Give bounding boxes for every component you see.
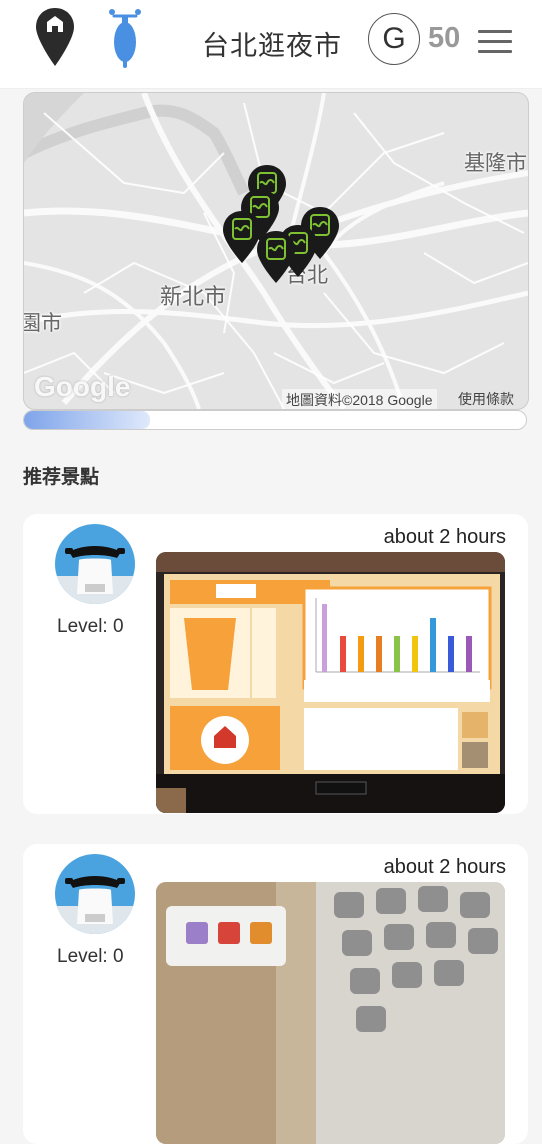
app-header: 台北逛夜市 G 50	[0, 0, 542, 89]
recommendation-card[interactable]: Level: 0 about 2 hours	[23, 844, 528, 1144]
g-coin-badge[interactable]: G	[368, 13, 420, 65]
juice-cup-marker-icon[interactable]	[254, 229, 298, 285]
section-title: 推荐景點	[23, 466, 100, 488]
level-label: Level: 0	[57, 616, 124, 637]
google-logo: Google	[34, 371, 131, 402]
hamburger-menu-icon[interactable]	[478, 30, 512, 54]
level-label: Level: 0	[57, 946, 124, 967]
page-title: 台北逛夜市	[202, 31, 342, 62]
recommendation-card[interactable]: Level: 0 about 2 hours	[23, 514, 528, 814]
map-label-new-taipei: 新北市	[160, 285, 227, 310]
map-label-taoyuan: 園市	[23, 311, 62, 335]
keypad-photo[interactable]	[156, 882, 505, 1144]
map-label-keelung: 基隆市	[464, 151, 527, 175]
map-terms-link[interactable]: 使用條款	[458, 389, 514, 409]
progress-bar	[23, 410, 527, 430]
map-view[interactable]: 基隆市 新北市 台北 園市 Google 地圖資料©2018 Google 使用…	[23, 92, 529, 410]
duration-label: about 2 hours	[383, 856, 506, 878]
map-pin-icon[interactable]	[33, 6, 77, 68]
map-attribution: 地圖資料©2018 Google	[282, 389, 437, 409]
juice-kiosk-photo[interactable]	[156, 552, 505, 813]
scooter-avatar-icon	[55, 524, 135, 604]
progress-fill	[24, 411, 150, 429]
duration-label: about 2 hours	[383, 526, 506, 548]
scooter-avatar-icon	[55, 854, 135, 934]
coin-count: 50	[428, 22, 461, 54]
scooter-icon[interactable]	[104, 6, 146, 68]
